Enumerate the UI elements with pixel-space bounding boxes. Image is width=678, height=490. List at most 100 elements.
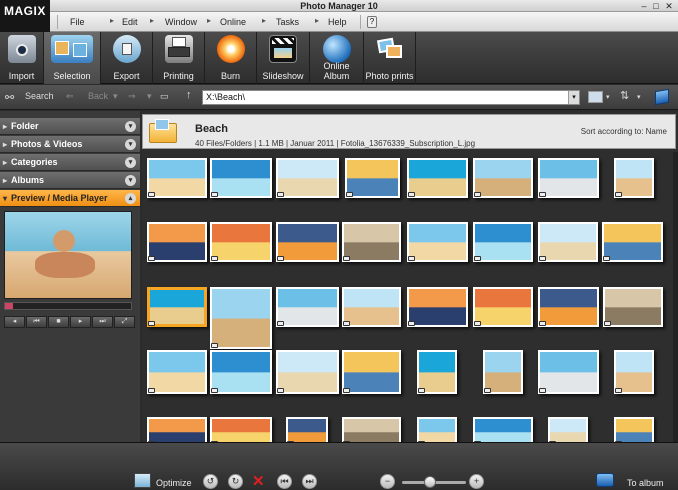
chevron-down-icon[interactable]: ▾ <box>125 175 136 186</box>
photo-thumbnail[interactable] <box>538 222 598 262</box>
photo-thumbnail[interactable] <box>417 350 457 394</box>
play-icon[interactable]: ▸ <box>70 316 91 328</box>
photo-thumbnail[interactable] <box>147 417 207 442</box>
search-button[interactable]: Search <box>25 91 54 101</box>
zoom-out-icon[interactable]: − <box>380 474 395 489</box>
sort-arrows-icon[interactable]: ⇅ <box>620 89 629 102</box>
panel-categories[interactable]: Categories ▾ <box>0 154 140 171</box>
menu-help[interactable]: Help <box>328 15 347 29</box>
view-mode-icon[interactable] <box>588 91 603 103</box>
grid-scrollbar[interactable] <box>673 152 678 442</box>
sort-label[interactable]: Sort according to: Name <box>581 127 667 136</box>
menu-window[interactable]: Window <box>165 15 197 29</box>
playback-timeline[interactable] <box>4 302 132 310</box>
selection-button[interactable]: Selection <box>44 32 101 84</box>
view-dropdown-icon[interactable]: ▾ <box>606 93 610 101</box>
chevron-down-icon[interactable]: ▾ <box>125 157 136 168</box>
photo-thumbnail[interactable] <box>276 287 339 327</box>
photo-thumbnail[interactable] <box>210 417 272 442</box>
chevron-up-icon[interactable]: ▴ <box>125 193 136 204</box>
photo-thumbnail[interactable] <box>276 350 339 394</box>
photo-thumbnail[interactable] <box>210 287 272 349</box>
photo-thumbnail[interactable] <box>342 287 401 327</box>
path-dropdown-icon[interactable]: ▾ <box>568 91 579 104</box>
skip-forward-icon[interactable]: ⏭ <box>92 316 113 328</box>
back-dropdown-icon[interactable]: ▾ <box>113 91 118 102</box>
path-input[interactable]: X:\Beach\ ▾ <box>202 90 580 105</box>
online-album-button[interactable]: Online Album <box>310 32 364 84</box>
zoom-slider-knob[interactable] <box>424 476 436 488</box>
photo-thumbnail[interactable] <box>342 350 401 394</box>
photo-thumbnail[interactable] <box>473 222 533 262</box>
photo-thumbnail[interactable] <box>345 158 400 198</box>
photo-thumbnail[interactable] <box>407 222 468 262</box>
panel-folder[interactable]: Folder ▾ <box>0 118 140 135</box>
photo-thumbnail[interactable] <box>210 350 272 394</box>
minimize-icon[interactable]: – <box>638 1 650 11</box>
photo-thumbnail[interactable] <box>147 158 207 198</box>
sort-dropdown-icon[interactable]: ▾ <box>637 93 641 101</box>
album-book-icon[interactable] <box>655 88 669 106</box>
photo-thumbnail[interactable] <box>210 158 272 198</box>
to-album-button[interactable]: To album <box>627 478 664 488</box>
album-globe-icon[interactable] <box>596 473 614 487</box>
photo-thumbnail[interactable] <box>342 222 401 262</box>
photo-thumbnail[interactable] <box>538 158 599 198</box>
photo-thumbnail[interactable] <box>548 417 588 442</box>
photo-thumbnail[interactable] <box>473 417 533 442</box>
fullscreen-icon[interactable]: ⤢ <box>114 316 135 328</box>
help-book-icon[interactable]: ? <box>367 16 377 28</box>
first-image-icon[interactable]: ⏮ <box>277 474 292 489</box>
photo-thumbnail[interactable] <box>538 287 599 327</box>
timeline-handle[interactable] <box>5 303 13 309</box>
photo-thumbnail[interactable] <box>276 158 339 198</box>
photo-thumbnail[interactable] <box>417 417 457 442</box>
photo-thumbnail[interactable] <box>538 350 599 394</box>
panel-albums[interactable]: Albums ▾ <box>0 172 140 189</box>
delete-icon[interactable]: ✕ <box>252 472 265 490</box>
chevron-down-icon[interactable]: ▾ <box>125 121 136 132</box>
photo-thumbnail[interactable] <box>147 350 207 394</box>
rotate-right-icon[interactable]: ↻ <box>228 474 243 489</box>
back-button[interactable]: Back <box>88 91 108 101</box>
photo-thumbnail[interactable] <box>483 350 523 394</box>
photo-thumbnail[interactable] <box>603 287 663 327</box>
photo-thumbnail[interactable] <box>147 222 207 262</box>
skip-back-icon[interactable]: ⏮ <box>26 316 47 328</box>
chevron-down-icon[interactable]: ▾ <box>125 139 136 150</box>
photo-thumbnail[interactable] <box>614 417 654 442</box>
photo-thumbnail[interactable] <box>473 287 533 327</box>
rotate-left-icon[interactable]: ↺ <box>203 474 218 489</box>
menu-file[interactable]: File <box>70 15 85 29</box>
forward-arrow-icon[interactable]: ⇒ <box>128 91 136 102</box>
photo-thumbnail[interactable] <box>473 158 533 198</box>
photo-thumbnail[interactable] <box>407 287 468 327</box>
slideshow-button[interactable]: Slideshow <box>257 32 310 84</box>
panel-preview-media-player[interactable]: Preview / Media Player ▴ <box>0 190 140 207</box>
photo-thumbnail[interactable] <box>210 222 272 262</box>
optimize-button[interactable]: Optimize <box>156 478 192 488</box>
photo-thumbnail[interactable] <box>407 158 468 198</box>
panel-photos-videos[interactable]: Photos & Videos ▾ <box>0 136 140 153</box>
photo-thumbnail[interactable] <box>602 222 663 262</box>
forward-dropdown-icon[interactable]: ▾ <box>147 91 152 102</box>
up-arrow-icon[interactable]: ↑ <box>186 89 192 101</box>
burn-button[interactable]: Burn <box>205 32 257 84</box>
menu-tasks[interactable]: Tasks <box>276 15 299 29</box>
photo-thumbnail[interactable] <box>147 287 207 327</box>
photo-thumbnail[interactable] <box>614 350 654 394</box>
prev-frame-icon[interactable]: ◂ <box>4 316 25 328</box>
computer-icon[interactable]: ▭ <box>160 91 169 102</box>
binoculars-icon[interactable]: ⚯ <box>5 91 21 104</box>
photo-prints-button[interactable]: Photo prints <box>364 32 416 84</box>
last-image-icon[interactable]: ⏭ <box>302 474 317 489</box>
photo-thumbnail[interactable] <box>614 158 654 198</box>
printing-button[interactable]: Printing <box>153 32 205 84</box>
stop-icon[interactable]: ■ <box>48 316 69 328</box>
photo-thumbnail[interactable] <box>342 417 401 442</box>
back-arrow-icon[interactable]: ⇐ <box>66 91 74 102</box>
maximize-icon[interactable]: □ <box>650 1 662 11</box>
menu-online[interactable]: Online <box>220 15 246 29</box>
photo-thumbnail[interactable] <box>286 417 328 442</box>
menu-edit[interactable]: Edit <box>122 15 138 29</box>
